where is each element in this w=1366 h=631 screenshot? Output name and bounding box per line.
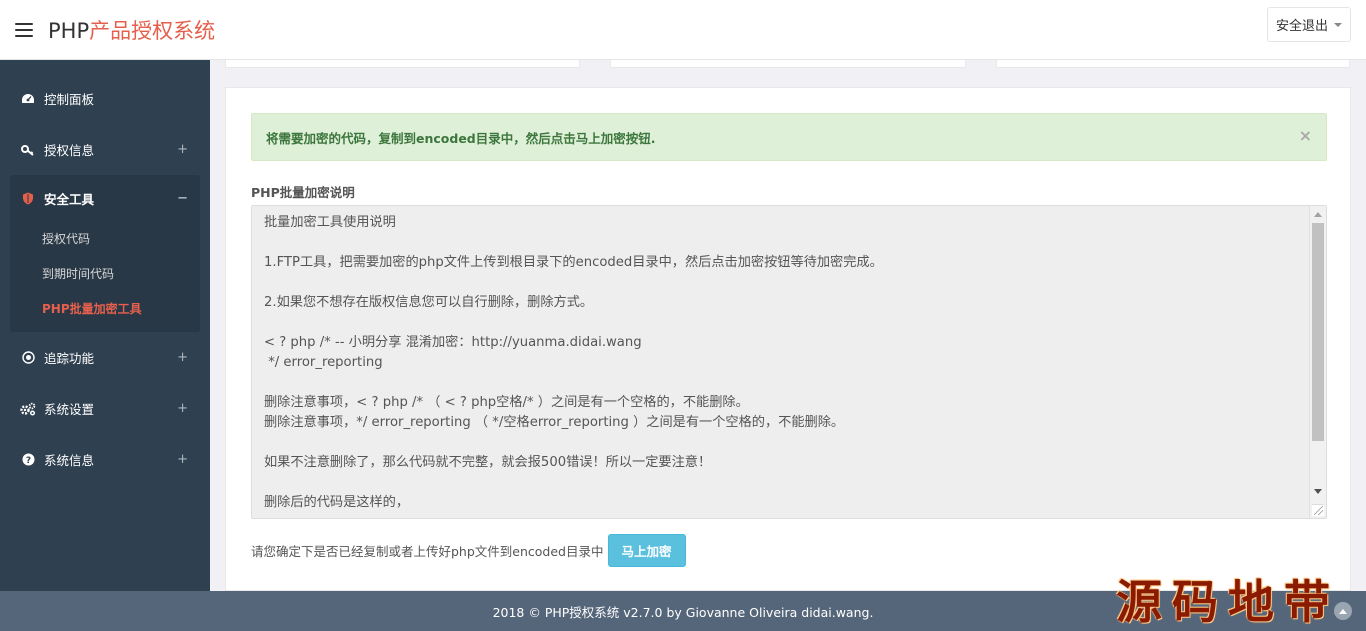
expand-plus-icon: + bbox=[177, 142, 188, 157]
expand-plus-icon: + bbox=[177, 350, 188, 365]
sidebar-subitem-license-code[interactable]: 授权代码 bbox=[10, 221, 200, 256]
instructions-text: 批量加密工具使用说明 1.FTP工具，把需要加密的php文件上传到根目录下的en… bbox=[264, 215, 883, 510]
key-icon bbox=[20, 143, 36, 157]
gears-icon bbox=[20, 402, 36, 416]
sidebar-group-security: 安全工具 − 授权代码 到期时间代码 PHP批量加密工具 bbox=[10, 175, 200, 332]
sidebar-item-system-info[interactable]: ? 系统信息 + bbox=[0, 434, 210, 485]
sidebar-item-tracking[interactable]: 追踪功能 + bbox=[0, 332, 210, 383]
dashboard-icon bbox=[20, 92, 36, 106]
expand-plus-icon: + bbox=[177, 452, 188, 467]
question-circle-icon: ? bbox=[20, 453, 36, 467]
stat-card bbox=[996, 60, 1350, 68]
sidebar-item-label: 授权信息 bbox=[44, 143, 95, 158]
encrypt-now-button[interactable]: 马上加密 bbox=[607, 534, 686, 567]
sidebar-item-label: 系统设置 bbox=[44, 402, 95, 417]
caret-down-icon bbox=[1334, 22, 1342, 27]
footer-text: 2018 © PHP授权系统 v2.7.0 by Giovanne Olivei… bbox=[492, 604, 874, 620]
sidebar-item-system-settings[interactable]: 系统设置 + bbox=[0, 383, 210, 434]
shield-icon bbox=[20, 191, 36, 205]
app-title-suffix: 产品授权系统 bbox=[89, 18, 216, 43]
collapse-minus-icon: − bbox=[177, 190, 188, 206]
svg-text:?: ? bbox=[25, 456, 30, 466]
scrollbar-thumb[interactable] bbox=[1312, 223, 1324, 441]
menu-toggle-icon[interactable] bbox=[15, 22, 33, 37]
sidebar-item-label: 追踪功能 bbox=[44, 351, 95, 366]
expand-plus-icon: + bbox=[177, 401, 188, 416]
sidebar-item-security-tools[interactable]: 安全工具 − bbox=[10, 175, 200, 221]
target-icon bbox=[20, 351, 36, 365]
encrypt-tool-panel: 将需要加密的代码，复制到encoded目录中，然后点击马上加密按钮. × PHP… bbox=[225, 87, 1351, 591]
instructions-textarea[interactable]: 批量加密工具使用说明 1.FTP工具，把需要加密的php文件上传到根目录下的en… bbox=[251, 205, 1327, 519]
stat-card bbox=[225, 60, 580, 68]
scroll-up-arrow-icon[interactable] bbox=[1314, 212, 1322, 217]
instructions-label: PHP批量加密说明 bbox=[251, 185, 355, 200]
sidebar-subitem-expiry-code[interactable]: 到期时间代码 bbox=[10, 256, 200, 291]
stat-cards-remnant bbox=[225, 60, 1350, 69]
sidebar-item-label: 系统信息 bbox=[44, 453, 95, 468]
scroll-to-top-icon[interactable] bbox=[1334, 602, 1352, 620]
textarea-scrollbar[interactable] bbox=[1309, 206, 1326, 518]
app-title: PHP产品授权系统 bbox=[48, 15, 215, 45]
sidebar-item-label: 安全工具 bbox=[44, 191, 95, 207]
sidebar-item-label: 控制面板 bbox=[44, 92, 95, 107]
confirm-text: 请您确定下是否已经复制或者上传好php文件到encoded目录中 bbox=[251, 544, 604, 559]
alert-message: 将需要加密的代码，复制到encoded目录中，然后点击马上加密按钮. bbox=[266, 130, 656, 146]
success-alert: 将需要加密的代码，复制到encoded目录中，然后点击马上加密按钮. × bbox=[251, 113, 1327, 161]
logout-label: 安全退出 bbox=[1275, 19, 1328, 34]
resize-grip-icon[interactable] bbox=[1312, 504, 1324, 516]
sidebar: 控制面板 授权信息 + 安全工具 − 授权代码 到期时间代码 PHP批量加密工具… bbox=[0, 60, 210, 591]
scroll-down-arrow-icon[interactable] bbox=[1314, 489, 1322, 494]
close-icon[interactable]: × bbox=[1299, 126, 1312, 145]
sidebar-subitem-php-batch-encrypt[interactable]: PHP批量加密工具 bbox=[10, 291, 200, 326]
sidebar-item-dashboard[interactable]: 控制面板 bbox=[0, 73, 210, 124]
watermark-logo: 源码地带 bbox=[1116, 575, 1340, 629]
top-header: PHP产品授权系统 安全退出 bbox=[0, 0, 1366, 60]
logout-dropdown[interactable]: 安全退出 bbox=[1266, 7, 1351, 42]
sidebar-item-license-info[interactable]: 授权信息 + bbox=[0, 124, 210, 175]
confirm-row: 请您确定下是否已经复制或者上传好php文件到encoded目录中 马上加密 bbox=[251, 534, 686, 567]
stat-card bbox=[610, 60, 966, 68]
app-title-prefix: PHP bbox=[48, 18, 90, 43]
